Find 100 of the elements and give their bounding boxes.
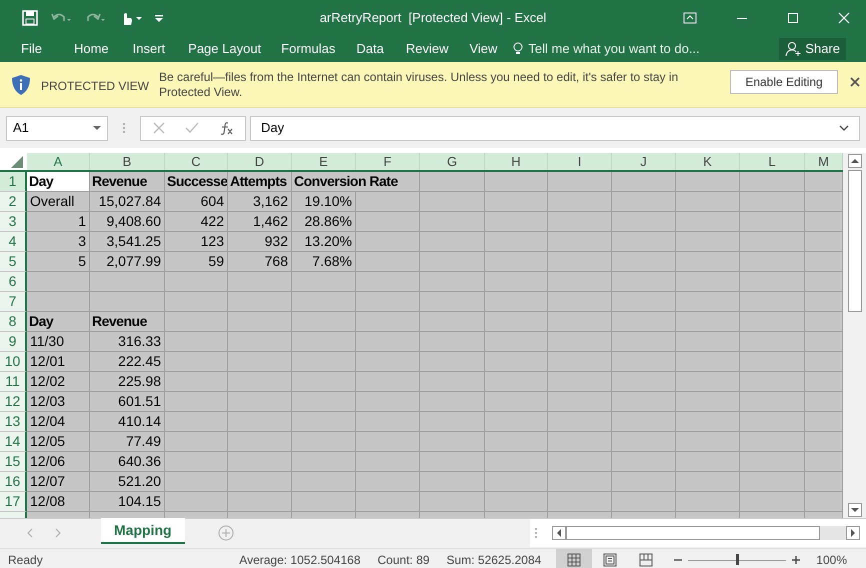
zoom-level[interactable]: 100% [816,551,847,568]
table-cell [548,392,612,412]
table-cell [805,252,843,272]
table-cell: 13.20% [292,232,356,252]
row-header[interactable]: 16 [0,472,27,492]
expand-icon[interactable] [839,125,849,131]
table-cell [612,412,676,432]
enable-editing-button[interactable]: Enable Editing [730,70,838,94]
row-header[interactable]: 8 [0,312,27,332]
table-cell [228,352,292,372]
table-cell [805,172,843,192]
row-header[interactable]: 17 [0,492,27,512]
table-cell [292,472,356,492]
table-cell [676,192,740,212]
scroll-down-icon[interactable] [848,503,862,517]
column-header[interactable]: C [165,153,228,170]
row-header[interactable]: 7 [0,292,27,312]
table-cell [228,332,292,352]
table-cell: 521.20 [90,472,165,492]
sheet-tab[interactable]: Mapping [101,518,185,544]
table-cell [292,332,356,352]
scroll-right-icon[interactable] [846,526,860,540]
ribbon-tab[interactable]: Home [64,38,118,58]
table-cell: 12/07 [27,472,90,492]
column-header[interactable]: G [420,153,485,170]
ribbon-tab[interactable]: View [460,38,506,58]
table-cell [548,232,612,252]
row-header[interactable]: 9 [0,332,27,352]
column-header[interactable]: I [548,153,612,170]
formula-field[interactable]: Day [250,116,860,140]
zoom-slider-thumb[interactable] [736,554,739,565]
select-all-icon[interactable] [0,153,27,170]
scroll-thumb[interactable] [848,170,862,312]
table-cell [292,312,356,332]
share-button[interactable]: Share [779,38,846,60]
ribbon-tab[interactable]: Insert [124,38,174,58]
column-header[interactable]: K [676,153,740,170]
row-header[interactable]: 12 [0,392,27,412]
table-cell [356,372,420,392]
name-box[interactable]: A1 [6,116,108,140]
table-cell [548,332,612,352]
grid-view-icon[interactable] [556,548,592,568]
ribbon-tab[interactable]: Formulas [272,38,344,58]
table-cell [165,272,228,292]
column-header[interactable]: B [90,153,165,170]
zoom-in-icon[interactable] [792,556,800,564]
table-cell [740,372,805,392]
tell-me-field[interactable]: Tell me what you want to do... [512,38,700,58]
ribbon-tab[interactable]: File [12,38,51,58]
row-header[interactable]: 3 [0,212,27,232]
ribbon-tab[interactable]: Page Layout [179,38,270,58]
column-header[interactable]: H [485,153,548,170]
table-cell [165,372,228,392]
table-cell [356,232,420,252]
table-cell [292,352,356,372]
row-header[interactable]: 6 [0,272,27,292]
customize-icon[interactable] [154,12,164,22]
row-header[interactable]: 14 [0,432,27,452]
row-header[interactable]: 13 [0,412,27,432]
table-cell [612,452,676,472]
ribbon-tab[interactable]: Data [347,38,393,58]
table-cell: 19.10% [292,192,356,212]
table-cell [805,292,843,312]
close-icon[interactable] [850,77,860,87]
column-header[interactable]: E [292,153,356,170]
table-cell [356,192,420,212]
row-header[interactable]: 1 [0,172,27,192]
column-header[interactable]: F [356,153,420,170]
scroll-thumb[interactable] [566,526,820,540]
row-header[interactable]: 5 [0,252,27,272]
table-cell [292,372,356,392]
table-cell [612,212,676,232]
row-header[interactable]: 2 [0,192,27,212]
ribbon-display-icon[interactable] [683,12,697,24]
table-cell [420,272,485,292]
table-cell [548,172,612,192]
table-cell [612,372,676,392]
row-header[interactable]: 10 [0,352,27,372]
table-cell [676,332,740,352]
maximize-icon[interactable] [787,12,799,24]
column-header[interactable]: J [612,153,676,170]
table-cell: 410.14 [90,412,165,432]
row-header[interactable]: 11 [0,372,27,392]
ribbon-tab[interactable]: Review [396,38,458,58]
column-header[interactable]: L [740,153,805,170]
row-header[interactable]: 4 [0,232,27,252]
column-header[interactable]: D [228,153,292,170]
table-cell [420,212,485,232]
table-cell [420,352,485,372]
scroll-left-icon[interactable] [552,526,566,540]
drag-handle-icon[interactable] [122,122,126,134]
row-header[interactable]: 15 [0,452,27,472]
scroll-up-icon[interactable] [848,154,862,168]
drag-handle-icon[interactable] [534,527,538,539]
table-cell [165,392,228,412]
insert-function-icon[interactable] [219,121,233,135]
table-cell: 77.49 [90,432,165,452]
save-icon[interactable] [22,10,38,26]
table-cell [292,272,356,292]
table-cell [485,312,548,332]
